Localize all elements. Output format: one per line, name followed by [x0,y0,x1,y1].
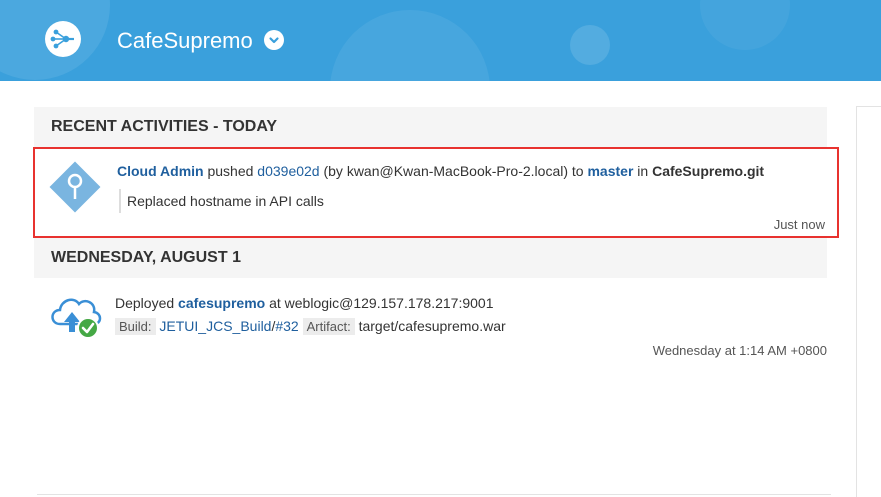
divider [37,494,831,495]
project-title[interactable]: CafeSupremo [117,28,253,54]
activity-verb: pushed [207,163,254,179]
git-push-icon [49,161,101,213]
project-dropdown-button[interactable] [264,30,284,50]
activity-summary: Deployed cafesupremo at weblogic@129.157… [115,295,493,311]
artifact-path: target/cafesupremo.war [358,318,506,334]
activity-item-push: Cloud Admin pushed d039e02d (by kwan@Kwa… [33,147,839,238]
project-logo-icon [45,21,81,57]
header-decoration [330,10,490,81]
app-link[interactable]: cafesupremo [178,295,265,311]
build-info: Build: JETUI_JCS_Build/#32 Artifact: tar… [115,318,506,335]
artifact-label: Artifact: [302,318,355,335]
in-text: in [637,163,649,179]
deploy-prefix: Deployed [115,295,175,311]
build-number-link[interactable]: #32 [275,318,298,334]
section-header-recent: RECENT ACTIVITIES - TODAY [34,107,827,147]
commit-message: Replaced hostname in API calls [119,189,324,213]
right-panel [856,106,881,497]
deploy-target: at weblogic@129.157.178.217:9001 [269,295,494,311]
header-decoration [570,25,610,65]
branch-link[interactable]: master [587,163,633,179]
activity-timestamp: Just now [773,217,825,232]
header-decoration [700,0,790,50]
activity-item-deploy: Deployed cafesupremo at weblogic@129.157… [34,280,827,370]
author-text: (by kwan@Kwan-MacBook-Pro-2.local) to [323,163,584,179]
build-label: Build: [115,318,156,335]
cloud-deploy-success-icon [51,298,102,339]
repo-name: CafeSupremo.git [652,163,765,179]
user-link[interactable]: Cloud Admin [117,163,204,179]
activity-summary: Cloud Admin pushed d039e02d (by kwan@Kwa… [117,163,764,179]
activity-timestamp: Wednesday at 1:14 AM +0800 [652,343,827,358]
chevron-down-icon [269,37,279,44]
build-job-link[interactable]: JETUI_JCS_Build [159,318,271,334]
project-header: CafeSupremo [0,0,881,81]
section-header-wednesday: WEDNESDAY, AUGUST 1 [34,238,827,278]
commit-link[interactable]: d039e02d [257,163,319,179]
